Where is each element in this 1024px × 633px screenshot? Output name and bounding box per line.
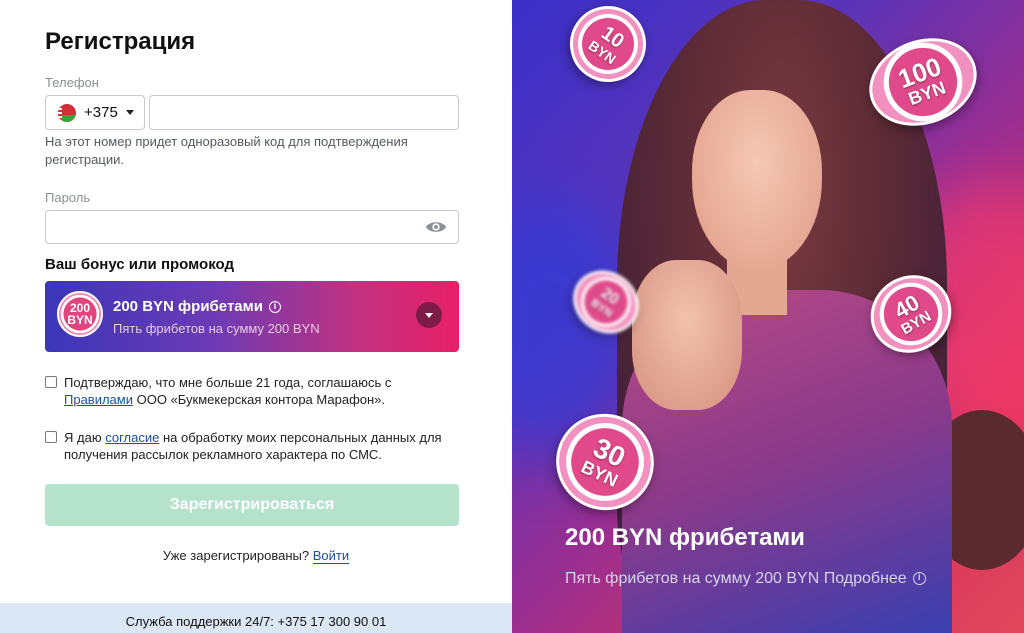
person-hand (632, 260, 742, 410)
bonus-description: Пять фрибетов на сумму 200 BYN (113, 321, 320, 336)
bonus-name: 200 BYN фрибетами i (113, 298, 281, 315)
promo-title: 200 BYN фрибетами (565, 524, 805, 551)
login-link[interactable]: Войти (312, 548, 350, 564)
phone-label: Телефон (45, 75, 99, 90)
password-label: Пароль (45, 190, 91, 205)
bonus-coin-currency: BYN (67, 313, 93, 327)
info-icon[interactable]: i (912, 572, 926, 586)
age-consent-text: Подтверждаю, что мне больше 21 года, сог… (64, 374, 454, 408)
eye-icon[interactable] (425, 218, 447, 236)
promo-description[interactable]: Пять фрибетов на сумму 200 BYN Подробнее… (565, 570, 926, 588)
chevron-down-icon[interactable] (416, 302, 442, 328)
chevron-down-icon (125, 110, 134, 115)
age-consent-checkbox[interactable] (45, 376, 57, 388)
already-registered-text: Уже зарегистрированы? (162, 548, 310, 563)
country-code-value: +375 (84, 104, 118, 121)
data-consent-text-before: Я даю (64, 430, 102, 445)
age-consent-text-after: ООО «Букмекерская контора Марафон». (136, 392, 386, 407)
promo-coin: 10 BYN (555, 0, 661, 97)
country-code-select[interactable]: +375 (45, 95, 145, 130)
promo-banner: 10 BYN 100 BYN 20 BYN 40 BYN 30 BYN 200 … (512, 0, 1024, 633)
phone-hint: На этот номер придет одноразовый код для… (45, 134, 408, 167)
consent-link[interactable]: согласие (105, 430, 159, 445)
phone-input[interactable] (149, 95, 459, 130)
promo-description-text: Пять фрибетов на сумму 200 BYN Подробнее (565, 570, 907, 587)
bonus-selector[interactable]: 200 BYN 200 BYN фрибетами i Пять фрибетов… (45, 281, 459, 352)
page-title: Регистрация (45, 28, 196, 55)
age-consent-text-before: Подтверждаю, что мне больше 21 года, сог… (64, 375, 392, 390)
bonus-coin-icon: 200 BYN (57, 291, 103, 337)
info-icon[interactable]: i (268, 301, 281, 314)
bonus-name-text: 200 BYN фрибетами (113, 298, 263, 315)
password-input[interactable] (45, 210, 459, 244)
person-face (692, 90, 822, 270)
data-consent-checkbox[interactable] (45, 431, 57, 443)
registration-panel: Регистрация Телефон +375 На этот номер п… (0, 0, 512, 633)
bonus-section-title: Ваш бонус или промокод (45, 256, 234, 273)
support-bar: Служба поддержки 24/7: +375 17 300 90 01 (0, 603, 512, 633)
rules-link[interactable]: Правилами (64, 392, 133, 407)
data-consent-text: Я даю согласие на обработку моих персона… (64, 429, 454, 463)
register-button[interactable]: Зарегистрироваться (45, 484, 459, 526)
login-prompt: Уже зарегистрированы? Войти (0, 548, 512, 564)
belarus-flag-icon (58, 103, 76, 122)
